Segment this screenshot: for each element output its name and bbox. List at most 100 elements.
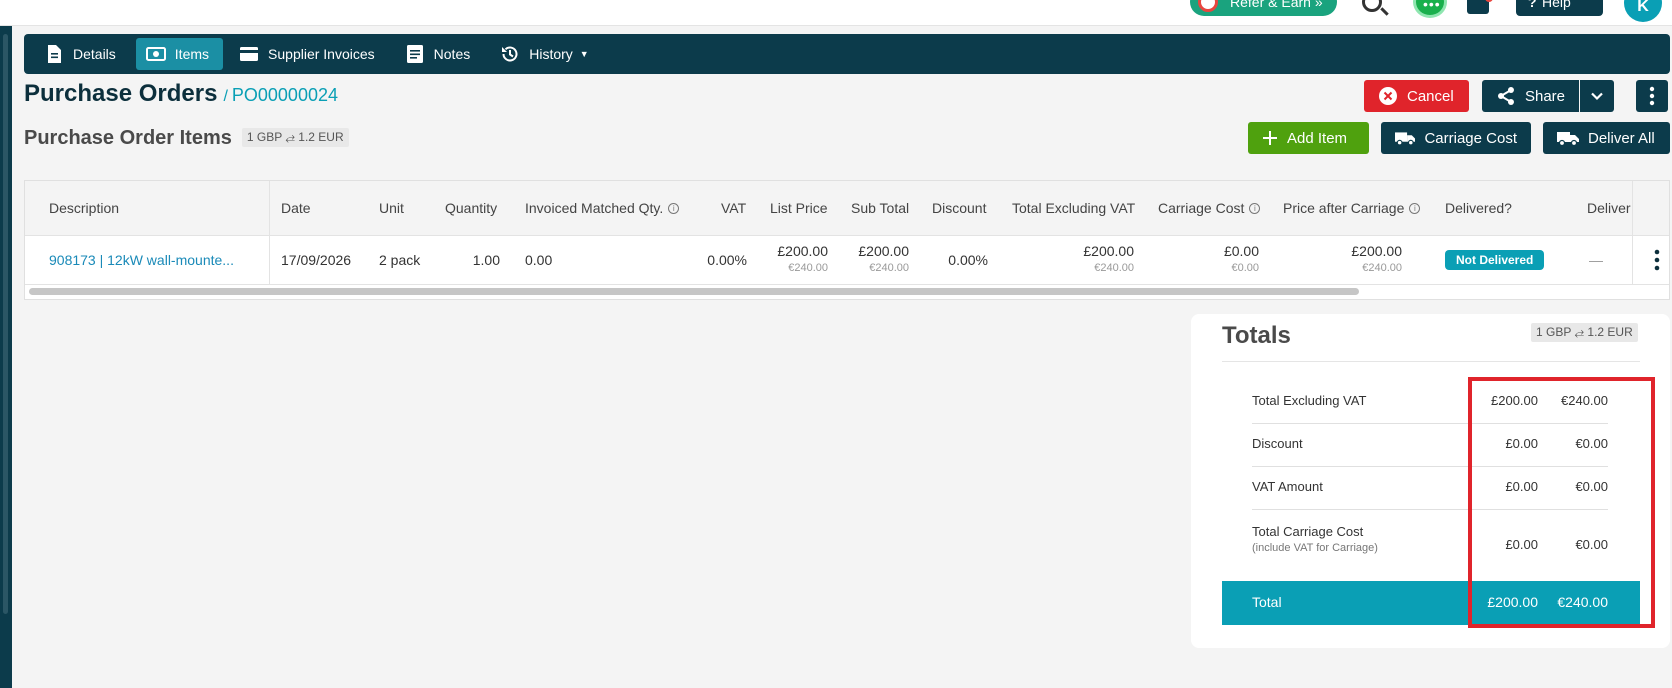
money-icon [145, 47, 166, 61]
col-sub-total[interactable]: Sub Total [851, 181, 909, 235]
totals-exchange-rate-chip: 1 GBP ⥄ 1.2 EUR [1531, 323, 1638, 342]
col-quantity[interactable]: Quantity [445, 181, 497, 235]
item-list-price-eur: €240.00 [788, 262, 828, 274]
item-delivery: — [1589, 252, 1603, 268]
divider [1252, 423, 1608, 424]
item-sub-total-eur: €240.00 [869, 262, 909, 274]
info-icon[interactable]: i [668, 202, 680, 214]
item-total-ex-vat-eur: €240.00 [1094, 262, 1134, 274]
total-row-gbp: £0.00 [1505, 537, 1538, 552]
cancel-button[interactable]: Cancel [1364, 80, 1469, 112]
col-list-price[interactable]: List Price [770, 181, 828, 235]
kebab-menu-icon [1649, 86, 1655, 106]
table-row[interactable]: 908173 | 12kW wall-mounte... 17/09/2026 … [25, 236, 1669, 285]
share-button[interactable]: Share [1482, 80, 1579, 112]
col-unit[interactable]: Unit [379, 181, 404, 235]
col-invoiced-matched-qty[interactable]: Invoiced Matched Qty. i [525, 181, 680, 235]
item-description-link[interactable]: 908173 | 12kW wall-mounte... [49, 236, 234, 284]
col-delivery[interactable]: Deliver [1587, 181, 1633, 235]
page-title: Purchase Orders / PO00000024 [24, 80, 338, 108]
add-item-button[interactable]: Add Item [1248, 122, 1369, 154]
table-header: Description Date Unit Quantity Invoiced … [25, 181, 1669, 236]
status-badge: Not Delivered [1445, 250, 1545, 270]
item-price-after-carriage-gbp: £200.00 [1351, 243, 1402, 259]
horizontal-scrollbar[interactable] [29, 288, 1359, 295]
col-discount[interactable]: Discount [932, 181, 986, 235]
question-icon: ? [1528, 0, 1537, 10]
tab-history-label: History [529, 46, 573, 62]
carriage-cost-button[interactable]: Carriage Cost [1381, 122, 1531, 154]
chevron-down-icon: ▼ [579, 49, 589, 59]
share-dropdown-button[interactable] [1580, 80, 1614, 112]
tab-history[interactable]: History ▼ [490, 38, 602, 70]
total-row-eur: €240.00 [1561, 393, 1608, 408]
item-price-after-carriage-eur: €240.00 [1362, 262, 1402, 274]
divider [1222, 361, 1640, 362]
add-item-label: Add Item [1287, 129, 1348, 147]
col-carriage-label: Carriage Cost [1158, 200, 1245, 216]
item-total-ex-vat-gbp: £200.00 [1083, 243, 1134, 259]
help-label: Help [1542, 0, 1571, 10]
item-total-ex-vat: £200.00 €240.00 [1025, 236, 1134, 284]
user-avatar[interactable]: K [1624, 0, 1662, 22]
total-row-label: VAT Amount [1252, 479, 1323, 494]
col-vat[interactable]: VAT [721, 181, 746, 235]
tab-details-label: Details [73, 46, 116, 62]
item-list-price: £200.00 €240.00 [760, 236, 828, 284]
tab-notes[interactable]: Notes [395, 38, 485, 70]
col-total-excluding-vat[interactable]: Total Excluding VAT [1012, 181, 1135, 235]
row-kebab-menu-icon[interactable] [1651, 248, 1663, 272]
item-delivered-status: Not Delivered [1445, 236, 1545, 284]
col-description[interactable]: Description [49, 181, 119, 235]
section-title-text: Purchase Order Items [24, 127, 232, 149]
truck-icon [1395, 132, 1416, 146]
item-sub-total-gbp: £200.00 [858, 243, 909, 259]
section-title: Purchase Order Items 1 GBP ⥄ 1.2 EUR [24, 127, 349, 150]
column-divider [1632, 181, 1633, 235]
history-icon [502, 46, 518, 62]
deliver-all-label: Deliver All [1588, 129, 1655, 147]
item-vat: 0.00% [707, 252, 747, 268]
total-row-eur: €0.00 [1575, 537, 1608, 552]
left-sidebar-rail [0, 26, 12, 688]
col-delivered[interactable]: Delivered? [1445, 181, 1512, 235]
item-list-price-gbp: £200.00 [777, 243, 828, 259]
search-icon[interactable] [1362, 0, 1382, 12]
totals-title: Totals [1222, 322, 1291, 349]
col-price-after-carriage[interactable]: Price after Carriage i [1283, 181, 1421, 235]
notification-bell-icon[interactable] [1467, 0, 1493, 14]
card-icon [240, 47, 259, 61]
close-circle-icon [1379, 87, 1397, 105]
purchase-order-items-table: Description Date Unit Quantity Invoiced … [24, 180, 1670, 300]
column-divider [269, 181, 270, 235]
column-divider [1632, 236, 1633, 284]
total-row-label: Total Excluding VAT [1252, 393, 1367, 408]
chat-icon[interactable]: ••• [1413, 0, 1447, 18]
help-button[interactable]: ? Help [1516, 0, 1603, 16]
info-icon[interactable]: i [1249, 202, 1261, 214]
col-price-after-label: Price after Carriage [1283, 200, 1405, 216]
chevron-down-icon [1591, 92, 1603, 101]
tab-items-label: Items [174, 46, 210, 62]
col-carriage-cost[interactable]: Carriage Cost i [1158, 181, 1261, 235]
total-row-eur: €0.00 [1575, 479, 1608, 494]
refer-earn-button[interactable]: Refer & Earn » [1190, 0, 1337, 16]
item-discount: 0.00% [948, 252, 988, 268]
tab-details[interactable]: Details [34, 38, 130, 70]
share-label: Share [1524, 87, 1565, 105]
info-icon[interactable]: i [1409, 202, 1421, 214]
share-icon [1497, 87, 1514, 105]
col-date[interactable]: Date [281, 181, 311, 235]
tab-supplier-invoices[interactable]: Supplier Invoices [229, 38, 389, 70]
totals-card: Totals 1 GBP ⥄ 1.2 EUR Total Excluding V… [1191, 314, 1670, 648]
tab-items[interactable]: Items [135, 38, 224, 70]
item-quantity: 1.00 [472, 252, 500, 268]
carriage-label-text: Total Carriage Cost [1252, 524, 1364, 539]
deliver-all-button[interactable]: Deliver All [1543, 122, 1670, 154]
divider [1252, 466, 1608, 467]
total-row-label: Discount [1252, 436, 1303, 451]
more-options-button[interactable] [1636, 80, 1668, 112]
refer-icon [1198, 0, 1218, 12]
item-carriage-cost-gbp: £0.00 [1223, 243, 1259, 259]
item-price-after-carriage: £200.00 €240.00 [1305, 236, 1402, 284]
